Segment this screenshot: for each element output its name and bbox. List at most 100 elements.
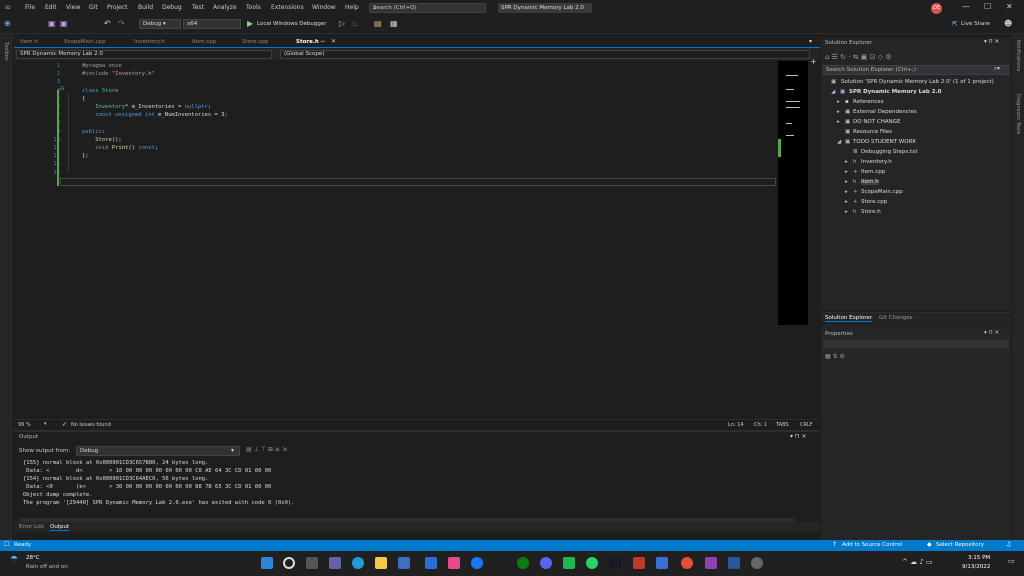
weather-desc[interactable]: Rain off and on [26,564,68,570]
menu-build[interactable]: Build [138,4,153,11]
code-line[interactable]: Store(); [82,137,122,143]
menu-git[interactable]: Git [89,4,98,11]
line-indicator[interactable]: Ln: 14 [728,422,744,428]
tab-store-h[interactable]: Store.h [296,39,319,45]
right-tool-strip[interactable]: Notifications Diagnostic Tools [1012,34,1024,540]
menu-help[interactable]: Help [345,4,359,11]
save-all-icon[interactable]: ▣ [48,19,56,28]
project-node[interactable]: SPR Dynamic Memory Lab 2.0 [849,89,941,95]
tree-expand-icon[interactable]: ◢ [837,139,841,145]
tree-item[interactable]: ScopeMain.cpp [861,189,903,195]
tab-output[interactable]: Output [50,524,70,531]
visual-studio-icon[interactable] [705,557,717,569]
tree-item[interactable]: TODO STUDENT WORK [853,139,916,145]
discord-icon[interactable] [540,557,552,569]
redo-icon[interactable]: ↷ [118,19,125,28]
tab-store-cpp[interactable]: Store.cpp [242,39,268,45]
start-without-debugging-icon[interactable]: ▷ [339,19,345,28]
platform-dropdown[interactable]: x64 [183,19,241,29]
properties-options-icon[interactable]: ▾ ⊓ ✕ [984,330,999,336]
menu-tools[interactable]: Tools [246,4,261,11]
menu-debug[interactable]: Debug [162,4,182,11]
media-icon[interactable] [495,557,507,569]
minimize-icon[interactable]: — [962,2,970,11]
instagram-icon[interactable] [448,557,460,569]
xbox-icon[interactable] [517,557,529,569]
weather-temp[interactable]: 28°C [26,555,40,561]
tree-expand-icon[interactable]: ▸ [845,169,848,175]
add-icon[interactable]: + [810,57,817,66]
output-source-dropdown[interactable]: Debug ▾ [76,446,240,456]
code-line[interactable]: }; [82,153,89,159]
scroll-track[interactable]: + [808,57,819,325]
home-icon[interactable]: ⌂ ☰ ↻ · ⇆ ▣ ⊡ ◇ ⚙ [825,53,892,61]
config-dropdown[interactable]: Debug ▾ [139,19,181,29]
tab-item-cpp[interactable]: Item.cpp [192,39,216,45]
tree-item[interactable]: Debugging Steps.txt [861,149,918,155]
close-icon[interactable]: ✕ [1006,2,1013,11]
tabs-indicator[interactable]: TABS [776,422,789,428]
menu-window[interactable]: Window [312,4,336,11]
column-indicator[interactable]: Ch: 1 [754,422,767,428]
code-line[interactable]: Inventory* m_Inventories = nullptr; [82,104,211,110]
tray-icons[interactable]: ^ ☁ ♪ ▭ [902,558,933,566]
issues-indicator[interactable]: No issues found [71,422,111,428]
tab-git-changes[interactable]: Git Changes [879,315,913,321]
add-source-control-button[interactable]: Add to Source Control [842,542,902,548]
menu-edit[interactable]: Edit [45,4,57,11]
panel-options-icon[interactable]: ▾ ⊓ ✕ [984,39,999,45]
tree-item[interactable]: DO NOT CHANGE [853,119,900,125]
search-taskbar-icon[interactable] [283,557,295,569]
avatar[interactable]: DE [931,3,942,14]
edge-icon[interactable] [352,557,364,569]
tree-item[interactable]: External Dependencies [853,109,917,115]
tab-scopemain-cpp[interactable]: ScopeMain.cpp [64,39,106,45]
code-line[interactable]: public: [82,129,105,135]
windows-start-icon[interactable] [261,557,273,569]
maximize-icon[interactable]: ☐ [984,2,991,11]
tree-expand-icon[interactable]: ▸ [837,119,840,125]
output-toolbar-icons[interactable]: ▤ ⊥ ⊤ ⊞ ≡ ⇲ [246,446,287,453]
solution-search-input[interactable]: Search Solution Explorer (Ctrl+;) ⌕▾ [823,65,1009,75]
whatsapp-icon[interactable] [586,557,598,569]
tree-item[interactable]: Item.cpp [861,169,885,175]
play-icon[interactable]: ▶ [247,19,253,28]
hot-reload-icon[interactable]: ♨ [351,19,358,28]
diagnostic-tools-label[interactable]: Diagnostic Tools [1015,94,1021,134]
tree-expand-icon[interactable]: ▸ [845,179,848,185]
tab-solution-explorer[interactable]: Solution Explorer [825,315,873,322]
code-line[interactable]: { [82,96,85,102]
collapse-icon[interactable]: ⊟ [60,86,64,92]
toolbox-strip[interactable]: Toolbox [0,34,12,540]
categorized-icon[interactable]: ▦ ⇅ ⚙ [825,353,845,360]
start-debugger-button[interactable]: Local Windows Debugger [257,21,327,27]
tab-item-h[interactable]: Item.h [20,39,38,45]
tab-overflow-icon[interactable]: ▾ [809,38,812,45]
chat-icon[interactable] [329,557,341,569]
select-repository-button[interactable]: Select Repository [936,542,984,548]
properties-object-dropdown[interactable] [823,340,1009,348]
tree-expand-icon[interactable]: ▸ [837,109,840,115]
tree-expand-icon[interactable]: ▸ [837,99,840,105]
steam-icon[interactable] [609,557,621,569]
notes-icon[interactable] [656,557,668,569]
tree-item[interactable]: Store.cpp [861,199,887,205]
zoom-level[interactable]: 99 % [18,422,31,428]
code-editor[interactable]: 1234567891011121314 #pragma once#include… [14,61,778,419]
facebook-icon[interactable] [471,557,483,569]
notification-bell-icon[interactable]: ♫ [1006,541,1011,548]
eol-indicator[interactable]: CRLF [800,422,813,428]
menu-project[interactable]: Project [107,4,128,11]
expand-icon[interactable]: ◢ [831,89,835,95]
settings-icon[interactable] [751,557,763,569]
back-icon[interactable]: ⊕ [4,19,11,28]
solution-node[interactable]: Solution 'SPR Dynamic Memory Lab 2.0' (1… [841,79,994,85]
tab-error-list[interactable]: Error List [19,524,44,530]
toolbox-label[interactable]: Toolbox [3,42,9,61]
output-options-icon[interactable]: ▾ ⊓ ✕ [790,433,807,440]
code-line[interactable]: #pragma once [82,63,122,69]
file-explorer-icon[interactable] [375,557,387,569]
task-view-icon[interactable] [306,557,318,569]
save-icon[interactable]: ▣ [60,19,68,28]
tree-expand-icon[interactable]: ▸ [845,199,848,205]
